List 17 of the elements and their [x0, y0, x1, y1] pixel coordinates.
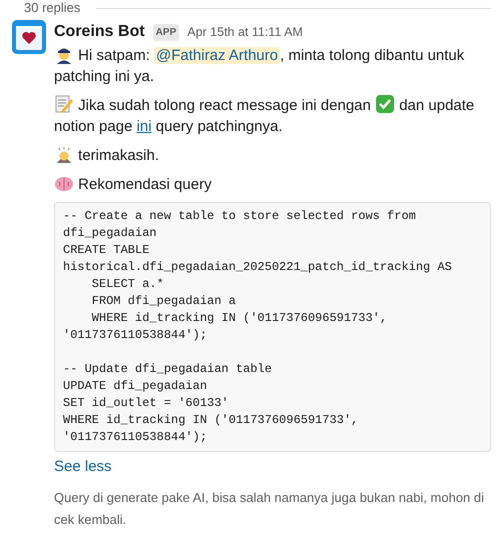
message-text: terimakasih.: [54, 144, 491, 166]
footnote-text: Query di generate pake AI, bisa salah namanya juga bukan nabi, mohon di cek kembali.: [54, 488, 486, 528]
timestamp[interactable]: Apr 15th at 11:11 AM: [187, 22, 303, 42]
message-text: Rekomendasi query: [54, 173, 491, 195]
app-label: APP: [152, 24, 180, 40]
notion-link[interactable]: ini: [136, 118, 152, 135]
check-mark-icon: [375, 94, 396, 114]
replies-count: 30 replies: [24, 0, 80, 16]
bot-avatar-icon: [12, 20, 46, 54]
see-less-link[interactable]: See less: [54, 456, 112, 478]
memo-pencil-icon: [54, 94, 74, 114]
user-mention[interactable]: @Fathiraz Arthuro: [154, 47, 280, 64]
code-block: -- Create a new table to store selected rows from dfi_pegadaian CREATE TABLE historical.dfi_pegadaian_20250221_patch_id_tracking AS SELECT a.* FROM dfi_pegadaian a WHERE id_tracking IN ('0117376096591733', '0117376110538844'); -- Update dfi_pegadaian table UPDATE dfi_pegadaian SET id_outlet = '60133' WHERE id_tracking IN ('0117376096591733', '0117376110538844');: [54, 202, 491, 452]
author-name[interactable]: Coreins Bot: [54, 20, 145, 44]
message-text: Jika sudah tolong react message ini dengan dan update notion page ini query patchingnya.: [54, 94, 491, 137]
bowing-person-icon: [54, 144, 74, 164]
message-text: Hi satpam: @Fathiraz Arthuro, minta tolong dibantu untuk patching ini ya.: [54, 44, 491, 87]
